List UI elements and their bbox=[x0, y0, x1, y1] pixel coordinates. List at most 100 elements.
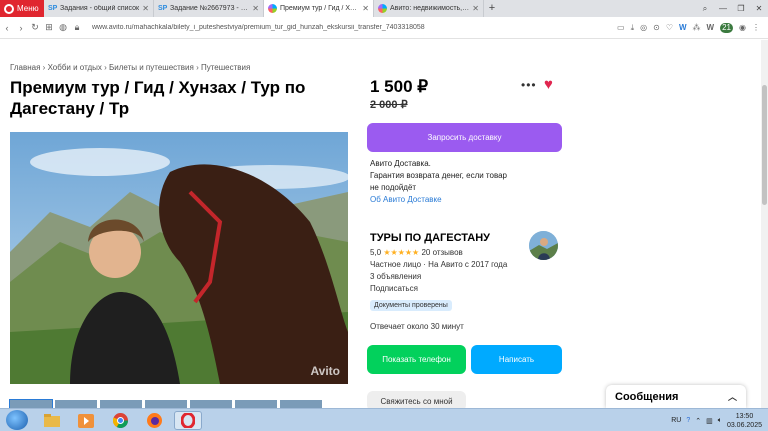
delivery-info: Авито Доставка. Гарантия возврата денег,… bbox=[370, 158, 540, 206]
delivery-line: не подойдёт bbox=[370, 183, 417, 192]
tab-title: Задания - общий список bbox=[60, 5, 140, 12]
breadcrumb-item[interactable]: Путешествия bbox=[201, 63, 250, 72]
network-icon[interactable]: ▥ bbox=[706, 417, 713, 425]
tray-expand-icon[interactable]: ⌃ bbox=[695, 417, 701, 425]
account-icon[interactable]: ◉ bbox=[739, 23, 746, 33]
request-delivery-button[interactable]: Запросить доставку bbox=[367, 123, 562, 152]
photo-watermark: Avito bbox=[310, 364, 340, 378]
breadcrumb-item[interactable]: Хобби и отдых bbox=[48, 63, 102, 72]
w-extension-icon[interactable]: W bbox=[679, 23, 687, 33]
messages-widget[interactable]: Сообщения ︿ bbox=[606, 385, 746, 408]
chrome-icon[interactable] bbox=[106, 411, 134, 430]
chevron-up-icon[interactable]: ︿ bbox=[728, 390, 737, 403]
browser-menu-label: Меню bbox=[17, 4, 39, 13]
taskbar: RU ? ⌃ ▥ 🔈︎ 13:50 03.06.2025 bbox=[0, 408, 768, 431]
system-tray: RU ? ⌃ ▥ 🔈︎ 13:50 03.06.2025 bbox=[671, 410, 762, 431]
more-options-icon[interactable]: ••• bbox=[521, 78, 537, 92]
close-tab-icon[interactable]: ✕ bbox=[362, 4, 369, 13]
heart-outline-icon[interactable]: ♡ bbox=[666, 23, 673, 33]
seller-avatar[interactable] bbox=[529, 231, 558, 260]
wikipedia-icon[interactable]: W bbox=[707, 23, 715, 33]
forward-icon[interactable]: › bbox=[14, 23, 28, 33]
explorer-icon[interactable] bbox=[38, 411, 66, 430]
close-window-icon[interactable]: ✕ bbox=[750, 0, 768, 17]
tab-task-detail[interactable]: SP Задание №2667973 - про ✕ bbox=[154, 0, 264, 17]
tab-title: Задание №2667973 - про bbox=[170, 5, 250, 12]
browser-menu-button[interactable]: Меню bbox=[0, 0, 44, 17]
search-tabs-icon[interactable]: ⌕ bbox=[696, 0, 714, 17]
new-tab-button[interactable]: + bbox=[484, 0, 500, 17]
write-message-button[interactable]: Написать bbox=[471, 345, 562, 374]
grid-icon[interactable]: ⊞ bbox=[42, 22, 56, 33]
help-icon[interactable]: ? bbox=[686, 417, 690, 424]
listing-photo[interactable]: Avito bbox=[10, 132, 348, 384]
documents-verified-badge: Документы проверены bbox=[370, 300, 452, 311]
close-tab-icon[interactable]: ✕ bbox=[142, 4, 149, 13]
reload-icon[interactable]: ↻ bbox=[28, 22, 42, 33]
show-phone-button[interactable]: Показать телефон bbox=[367, 345, 466, 374]
page-scrollbar[interactable] bbox=[761, 40, 768, 408]
media-player-icon[interactable] bbox=[72, 411, 100, 430]
menu-dots-icon[interactable]: ⋮ bbox=[752, 23, 760, 33]
maximize-icon[interactable]: ❐ bbox=[732, 0, 750, 17]
pin-icon[interactable]: ⊙ bbox=[653, 23, 660, 33]
reply-time: Отвечает около 30 минут bbox=[370, 322, 464, 331]
camera-icon[interactable]: ◎ bbox=[640, 23, 647, 33]
avatar-illustration bbox=[529, 231, 558, 260]
seller-type: Частное лицо · На Авито с 2017 года bbox=[370, 260, 508, 269]
close-tab-icon[interactable]: ✕ bbox=[252, 4, 259, 13]
close-tab-icon[interactable]: ✕ bbox=[472, 4, 479, 13]
subscribe-link[interactable]: Подписаться bbox=[370, 284, 418, 293]
play-glyph bbox=[78, 413, 94, 428]
opera-logo-icon bbox=[4, 3, 14, 14]
seller-listings[interactable]: 3 объявления bbox=[370, 272, 421, 281]
folder-glyph bbox=[44, 414, 60, 427]
clock[interactable]: 13:50 03.06.2025 bbox=[727, 412, 762, 430]
lock-icon: 🔒︎ bbox=[74, 22, 80, 32]
shield-icon[interactable]: ◍ bbox=[56, 22, 70, 33]
tab-premium-tour[interactable]: Премиум тур / Гид / Хунз ✕ bbox=[264, 0, 374, 17]
clock-date: 03.06.2025 bbox=[726, 421, 762, 429]
avito-favicon-icon bbox=[378, 4, 387, 13]
volume-icon[interactable]: 🔈︎ bbox=[718, 417, 722, 425]
delivery-line: Авито Доставка. bbox=[370, 159, 431, 168]
scrollbar-thumb[interactable] bbox=[762, 85, 767, 205]
breadcrumb-item[interactable]: Билеты и путешествия bbox=[109, 63, 194, 72]
tab-title: Авито: недвижимость, тра bbox=[390, 5, 470, 12]
seller-rating: 5,0 ★★★★★ 20 отзывов bbox=[370, 248, 463, 257]
tab-title: Премиум тур / Гид / Хунз bbox=[280, 5, 360, 12]
address-bar: ‹ › ↻ ⊞ ◍ 🔒︎ www.avito.ru/mahachkala/bil… bbox=[0, 17, 768, 39]
extensions-area: ▭ ⤓ ◎ ⊙ ♡ W ⁂ W 21 ◉ ⋮ bbox=[617, 22, 768, 33]
delivery-line: Гарантия возврата денег, если товар bbox=[370, 171, 508, 180]
messages-title: Сообщения bbox=[615, 390, 679, 403]
breadcrumb: Главная › Хобби и отдых › Билеты и путеш… bbox=[10, 63, 251, 72]
language-indicator[interactable]: RU bbox=[671, 417, 681, 424]
avito-favicon-icon bbox=[268, 4, 277, 13]
firefox-icon[interactable] bbox=[140, 411, 168, 430]
reviews-link[interactable]: 20 отзывов bbox=[421, 248, 462, 257]
extension-badge[interactable]: 21 bbox=[720, 22, 734, 33]
back-icon[interactable]: ‹ bbox=[0, 23, 14, 33]
about-delivery-link[interactable]: Об Авито Доставке bbox=[370, 194, 540, 206]
rating-value: 5,0 bbox=[370, 248, 382, 257]
breadcrumb-item[interactable]: Главная bbox=[10, 63, 40, 72]
tab-tasks-list[interactable]: SP Задания - общий список ✕ bbox=[44, 0, 154, 17]
minimize-icon[interactable]: — bbox=[714, 0, 732, 17]
price: 1 500 ₽ bbox=[370, 77, 429, 96]
clock-time: 13:50 bbox=[735, 412, 754, 420]
bookmark-icon[interactable]: ▭ bbox=[617, 23, 625, 33]
window-controls: ⌕ — ❐ ✕ bbox=[696, 0, 768, 17]
sp-favicon-icon: SP bbox=[158, 5, 168, 12]
seller-name[interactable]: ТУРЫ ПО ДАГЕСТАНУ bbox=[370, 232, 490, 244]
opera-taskbar-icon[interactable] bbox=[174, 411, 202, 430]
opera-glyph bbox=[181, 413, 195, 428]
chrome-glyph bbox=[112, 413, 128, 428]
start-button[interactable] bbox=[6, 410, 28, 430]
tab-avito-home[interactable]: Авито: недвижимость, тра ✕ bbox=[374, 0, 484, 17]
stars-icon[interactable]: ⁂ bbox=[693, 23, 701, 33]
favorite-heart-icon[interactable]: ♥ bbox=[544, 76, 553, 93]
download-icon[interactable]: ⤓ bbox=[631, 23, 635, 33]
sp-favicon-icon: SP bbox=[48, 5, 58, 12]
url-field[interactable]: www.avito.ru/mahachkala/bilety_i_puteshe… bbox=[92, 24, 617, 31]
photo-illustration bbox=[10, 132, 348, 384]
